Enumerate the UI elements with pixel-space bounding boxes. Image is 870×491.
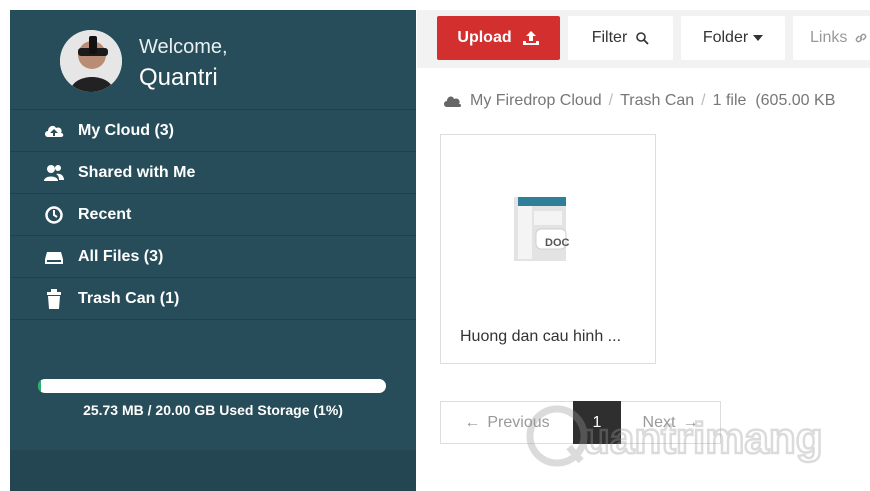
cloud-icon: [443, 95, 461, 108]
page-1-button[interactable]: 1: [573, 401, 621, 444]
sidebar-item-label: All Files (3): [78, 247, 164, 265]
drive-icon: [43, 246, 65, 268]
storage-text: 25.73 MB / 20.00 GB Used Storage (1%): [83, 402, 343, 418]
sidebar-footer: [10, 450, 416, 491]
file-name: Huong dan cau hinh ...: [460, 328, 622, 345]
sidebar: Welcome, Quantri My Cloud (3) Shared wit…: [10, 10, 416, 491]
next-page-button[interactable]: Next →: [621, 401, 721, 444]
sidebar-item-all-files[interactable]: All Files (3): [10, 235, 416, 277]
file-type-badge: DOC: [545, 237, 570, 249]
folder-label: Folder: [702, 29, 749, 46]
breadcrumb-info: 1 file (605.00 KB: [712, 92, 836, 109]
file-card[interactable]: DOC Huong dan cau hinh ...: [440, 134, 656, 364]
links-label: Links: [810, 29, 848, 46]
sidebar-item-recent[interactable]: Recent: [10, 193, 416, 235]
breadcrumb: My Firedrop Cloud / Trash Can / 1 file (…: [443, 92, 835, 110]
breadcrumb-separator: /: [701, 92, 706, 109]
doc-file-icon: [514, 197, 567, 261]
avatar[interactable]: [60, 30, 122, 92]
upload-button[interactable]: Upload: [437, 16, 560, 60]
pagination: ← Previous 1 Next →: [440, 401, 721, 444]
filter-label: Filter: [591, 29, 628, 46]
arrow-right-icon: →: [682, 413, 699, 431]
storage-progress-fill: [38, 379, 42, 393]
clock-icon: [43, 204, 65, 226]
storage-progress-bar: [38, 379, 386, 393]
filter-button[interactable]: Filter: [568, 16, 673, 60]
folder-dropdown-button[interactable]: Folder: [681, 16, 785, 60]
trash-icon: [43, 288, 65, 310]
cloud-upload-icon: [43, 120, 65, 142]
sidebar-item-label: Trash Can (1): [78, 289, 180, 307]
link-icon: [854, 31, 868, 45]
welcome-text: Welcome,: [139, 36, 228, 58]
breadcrumb-separator: /: [608, 92, 614, 109]
arrow-left-icon: ←: [464, 413, 481, 431]
sidebar-item-label: Shared with Me: [78, 163, 196, 181]
sidebar-item-shared[interactable]: Shared with Me: [10, 151, 416, 193]
links-button[interactable]: Links: [793, 16, 870, 60]
upload-icon: [522, 30, 540, 46]
previous-label: Previous: [487, 413, 550, 431]
caret-down-icon: [753, 35, 764, 41]
breadcrumb-root[interactable]: My Firedrop Cloud: [470, 92, 602, 110]
search-icon: [636, 31, 649, 45]
previous-page-button[interactable]: ← Previous: [440, 401, 573, 444]
sidebar-item-label: Recent: [78, 205, 132, 223]
sidebar-item-my-cloud[interactable]: My Cloud (3): [10, 109, 416, 151]
upload-label: Upload: [457, 29, 512, 46]
sidebar-item-label: My Cloud (3): [78, 121, 174, 139]
sidebar-nav: My Cloud (3) Shared with Me Recent All F…: [10, 109, 416, 320]
profile-section: Welcome, Quantri: [10, 10, 416, 109]
username: Quantri: [139, 64, 218, 91]
users-icon: [43, 162, 65, 184]
next-label: Next: [642, 413, 676, 431]
sidebar-item-trash[interactable]: Trash Can (1): [10, 277, 416, 320]
breadcrumb-current[interactable]: Trash Can: [620, 92, 694, 110]
toolbar: Upload Filter Folder Links: [417, 10, 870, 68]
